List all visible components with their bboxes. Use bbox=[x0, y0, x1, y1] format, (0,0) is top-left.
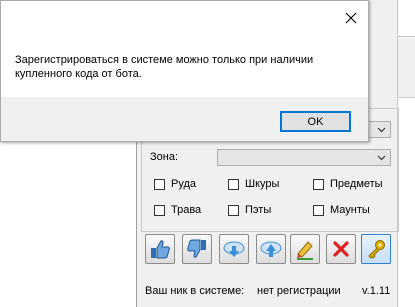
upload-button[interactable] bbox=[256, 234, 286, 264]
checkbox-items[interactable]: Предметы bbox=[313, 177, 383, 191]
checkbox-box[interactable] bbox=[313, 178, 324, 190]
cloud-download-icon bbox=[223, 241, 245, 257]
checkbox-box[interactable] bbox=[228, 178, 239, 190]
thumbs-down-icon bbox=[187, 239, 206, 258]
key-icon bbox=[368, 240, 385, 259]
dislike-button[interactable] bbox=[182, 234, 212, 264]
edit-button[interactable] bbox=[290, 234, 320, 264]
dialog-message: Зарегистрироваться в системе можно тольк… bbox=[15, 54, 314, 80]
checkbox-skins-label: Шкуры bbox=[245, 178, 280, 190]
checkbox-ore-label: Руда bbox=[171, 178, 197, 190]
close-icon bbox=[345, 12, 357, 24]
chevron-down-icon bbox=[377, 127, 386, 133]
delete-x-icon bbox=[333, 241, 349, 257]
checkbox-skins[interactable]: Шкуры bbox=[228, 177, 279, 191]
nick-label: Ваш ник в системе: bbox=[145, 285, 245, 297]
checkbox-box[interactable] bbox=[154, 204, 165, 216]
checkbox-mounts[interactable]: Маунты bbox=[313, 203, 370, 217]
download-button[interactable] bbox=[219, 234, 249, 264]
dialog-close-button[interactable] bbox=[341, 8, 361, 28]
ok-button[interactable]: OK bbox=[280, 111, 351, 132]
zone-label: Зона: bbox=[150, 151, 179, 163]
dialog-body bbox=[1, 1, 368, 97]
checkbox-grass-label: Трава bbox=[171, 204, 202, 216]
like-button[interactable] bbox=[145, 234, 175, 264]
checkbox-mounts-label: Маунты bbox=[330, 204, 370, 216]
version-label: v.1.11 bbox=[362, 285, 391, 297]
chevron-down-icon bbox=[377, 155, 386, 161]
message-dialog: Зарегистрироваться в системе можно тольк… bbox=[0, 0, 369, 142]
checkbox-box[interactable] bbox=[154, 178, 165, 190]
nick-value: нет регистрации bbox=[257, 285, 341, 297]
checkbox-box[interactable] bbox=[228, 204, 239, 216]
left-list-panel[interactable] bbox=[0, 140, 137, 307]
checkbox-box[interactable] bbox=[313, 204, 324, 216]
checkbox-ore[interactable]: Руда bbox=[154, 177, 196, 191]
delete-button[interactable] bbox=[326, 234, 356, 264]
thumbs-up-icon bbox=[151, 240, 170, 259]
checkbox-heels-label: Пэты bbox=[245, 204, 272, 216]
checkbox-grass[interactable]: Трава bbox=[154, 203, 201, 217]
zone-select[interactable] bbox=[217, 149, 391, 166]
right-panel-section bbox=[397, 36, 415, 98]
checkbox-items-label: Предметы bbox=[330, 178, 383, 190]
register-key-button[interactable] bbox=[361, 234, 391, 264]
cloud-upload-icon bbox=[260, 241, 282, 257]
checkbox-heels[interactable]: Пэты bbox=[228, 203, 271, 217]
pencil-icon bbox=[297, 241, 313, 260]
